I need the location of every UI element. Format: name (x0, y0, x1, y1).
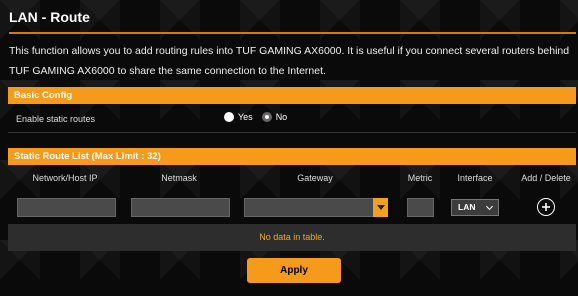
column-header-interface: Interface (457, 173, 493, 183)
page-description: This function allows you to add routing … (9, 45, 570, 77)
metric-input[interactable] (407, 198, 434, 217)
plus-circle-icon (542, 203, 550, 211)
radio-yes[interactable] (224, 112, 234, 122)
route-table-headers: Network/Host IP Netmask Gateway Metric I… (8, 166, 576, 190)
enable-static-routes-radio-group: Yes No (224, 112, 292, 122)
netmask-input[interactable] (131, 198, 230, 217)
radio-no[interactable] (261, 112, 272, 122)
interface-select-value: LAN (458, 202, 476, 212)
interface-select[interactable]: LAN (451, 199, 499, 216)
page-title: LAN - Route (9, 9, 90, 25)
column-header-network: Network/Host IP (32, 173, 98, 183)
radio-yes-label[interactable]: Yes (238, 112, 253, 122)
column-header-metric: Metric (407, 173, 433, 183)
column-header-gateway: Gateway (297, 173, 333, 183)
radio-no-label[interactable]: No (276, 112, 288, 122)
route-table-empty-message: No data in table. (8, 224, 576, 251)
column-header-netmask: Netmask (161, 173, 197, 183)
static-route-list-header: Static Route List (Max Limit : 32) (8, 148, 576, 165)
add-route-button[interactable] (537, 198, 555, 216)
apply-button[interactable]: Apply (247, 258, 341, 283)
title-divider (9, 32, 576, 34)
basic-config-header: Basic Config (8, 87, 576, 104)
gateway-input[interactable] (244, 198, 374, 217)
enable-static-routes-row: Enable static routes Yes No (8, 104, 576, 133)
enable-static-routes-label: Enable static routes (16, 114, 96, 124)
chevron-down-icon (485, 202, 494, 211)
route-input-row: LAN (8, 190, 576, 222)
column-header-add-delete: Add / Delete (521, 173, 571, 183)
network-ip-input[interactable] (17, 198, 116, 217)
gateway-dropdown-button[interactable] (373, 198, 388, 217)
triangle-down-icon (376, 205, 385, 210)
